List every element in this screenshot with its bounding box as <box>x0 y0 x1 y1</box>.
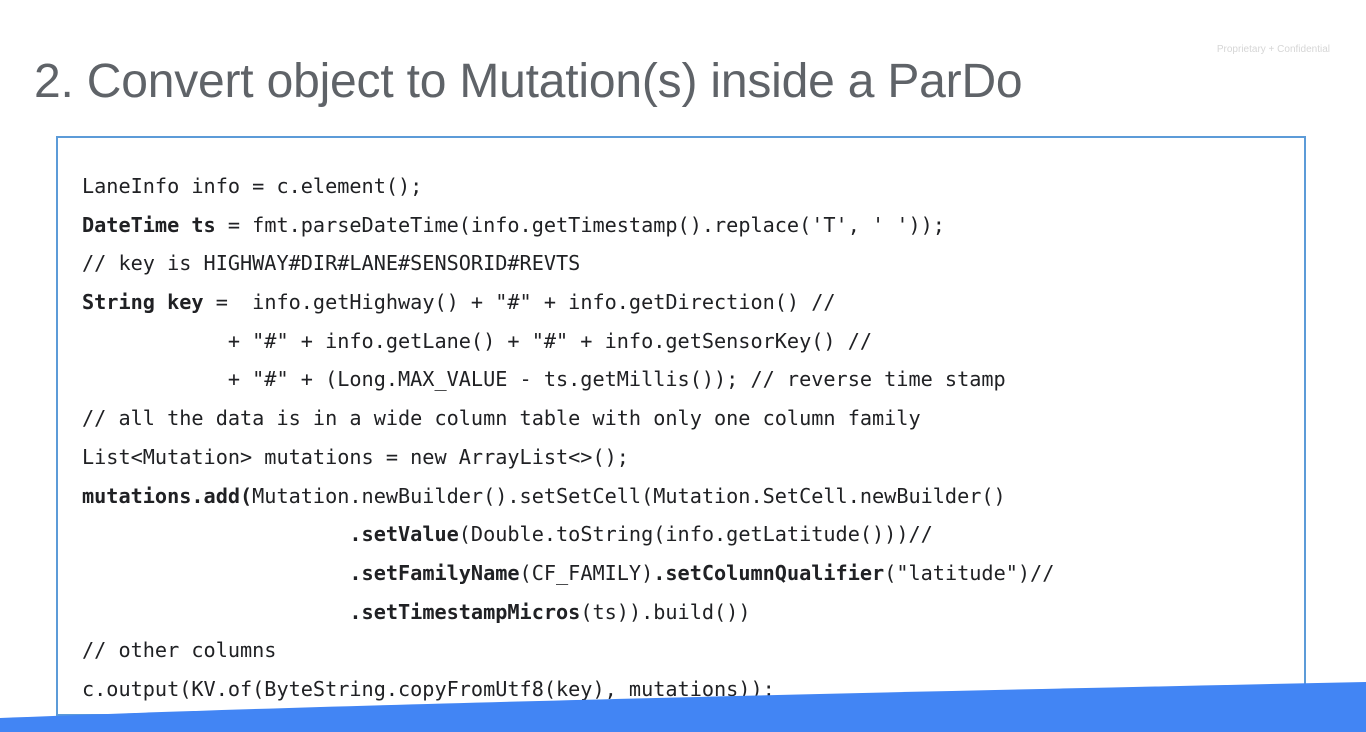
code-line: // all the data is in a wide column tabl… <box>82 399 1054 438</box>
code-token: + "#" + info.getLane() + "#" + info.getS… <box>82 328 873 353</box>
code-token: // key is HIGHWAY#DIR#LANE#SENSORID#REVT… <box>82 251 581 276</box>
code-token-bold: .setTimestampMicros <box>349 599 581 624</box>
code-token: List<Mutation> mutations = new ArrayList… <box>82 444 629 469</box>
code-token: = info.getHighway() + "#" + info.getDire… <box>203 290 836 315</box>
code-token: Mutation.newBuilder().setSetCell(Mutatio… <box>252 483 1006 508</box>
code-line: c.output(KV.of(ByteString.copyFromUtf8(k… <box>82 670 1054 709</box>
code-token-bold: .setColumnQualifier <box>653 560 885 585</box>
code-token-bold: .setValue <box>349 522 459 547</box>
code-token-bold: mutations.add( <box>82 483 253 508</box>
code-line: // key is HIGHWAY#DIR#LANE#SENSORID#REVT… <box>82 244 1054 283</box>
code-token-bold: String key <box>82 290 204 315</box>
code-token: LaneInfo info = c.element(); <box>82 174 423 198</box>
code-token: (Double.toString(info.getLatitude()))// <box>458 522 933 547</box>
code-token-bold: .setFamilyName <box>349 560 520 585</box>
code-token: // other columns <box>82 638 277 663</box>
code-lines: LaneInfo info = c.element(); DateTime ts … <box>82 167 1054 709</box>
code-line: String key = info.getHighway() + "#" + i… <box>82 283 1054 322</box>
code-line: DateTime ts = fmt.parseDateTime(info.get… <box>82 206 1054 245</box>
code-block: LaneInfo info = c.element(); DateTime ts … <box>56 136 1306 716</box>
code-token: ("latitude")// <box>884 560 1055 585</box>
code-line: .setTimestampMicros(ts)).build()) <box>82 593 1054 632</box>
code-token: (ts)).build()) <box>580 599 751 624</box>
code-token-bold: DateTime ts <box>82 212 216 237</box>
code-token: // all the data is in a wide column tabl… <box>82 406 921 431</box>
code-line: mutations.add(Mutation.newBuilder().setS… <box>82 477 1054 516</box>
code-line: List<Mutation> mutations = new ArrayList… <box>82 438 1054 477</box>
code-line: + "#" + (Long.MAX_VALUE - ts.getMillis()… <box>82 360 1054 399</box>
code-token: = fmt.parseDateTime(info.getTimestamp().… <box>215 212 945 237</box>
code-line: .setFamilyName(CF_FAMILY).setColumnQuali… <box>82 554 1054 593</box>
confidential-label: Proprietary + Confidential <box>1216 44 1330 55</box>
code-line: + "#" + info.getLane() + "#" + info.getS… <box>82 322 1054 361</box>
slide-title: 2. Convert object to Mutation(s) inside … <box>34 55 1023 108</box>
code-token: + "#" + (Long.MAX_VALUE - ts.getMillis()… <box>82 367 1006 392</box>
code-line: LaneInfo info = c.element(); <box>82 167 1054 206</box>
code-line: // other columns <box>82 631 1054 670</box>
code-token: c.output(KV.of(ByteString.copyFromUtf8(k… <box>82 676 775 701</box>
code-line: .setValue(Double.toString(info.getLatitu… <box>82 515 1054 554</box>
code-token: (CF_FAMILY) <box>519 560 654 585</box>
